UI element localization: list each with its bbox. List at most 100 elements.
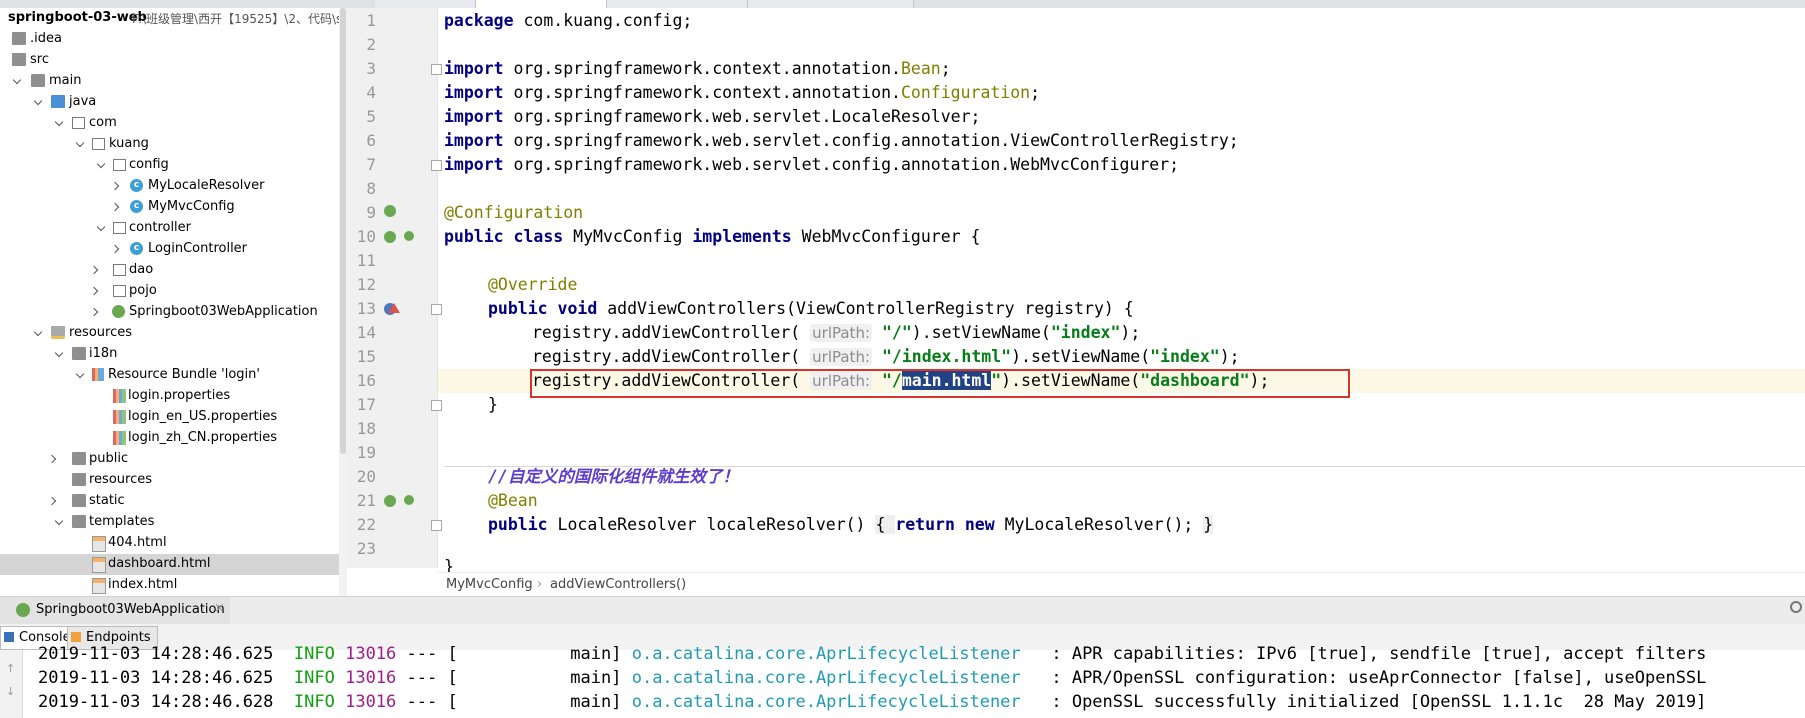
code-line-15[interactable]: registry.addViewController( urlPath: "/i… — [532, 345, 1240, 369]
code-line-10[interactable]: public class MyMvcConfig implements WebM… — [444, 225, 980, 249]
breadcrumb-method[interactable]: addViewControllers() — [550, 577, 686, 592]
scroll-down-icon[interactable]: ↓ — [6, 685, 15, 698]
chevron-down-icon[interactable] — [35, 98, 43, 106]
spring-bean-icon[interactable] — [384, 205, 396, 217]
tree-item-login-properties[interactable]: login.properties — [0, 386, 339, 407]
editor-tab[interactable] — [375, 0, 476, 8]
tree-item-resources-static[interactable]: resources — [0, 470, 339, 491]
tree-item-i18n[interactable]: i18n — [0, 344, 339, 365]
annotation-text: @Configuration — [444, 203, 584, 222]
chevron-down-icon[interactable] — [56, 350, 64, 358]
chevron-down-icon[interactable] — [56, 518, 64, 526]
html-file-icon — [92, 557, 106, 573]
tree-item-resource-bundle[interactable]: Resource Bundle 'login' — [0, 365, 339, 386]
tree-item-mymvcconfig[interactable]: c MyMvcConfig — [0, 197, 339, 218]
tree-item-idea[interactable]: .idea — [0, 29, 339, 50]
tree-item-mylocaleresolver[interactable]: c MyLocaleResolver — [0, 176, 339, 197]
run-config-tab[interactable]: Springboot03WebApplication × — [0, 597, 230, 624]
spring-bean-icon[interactable] — [384, 495, 396, 507]
chevron-right-icon[interactable] — [49, 497, 57, 505]
tree-item-label: kuang — [109, 136, 149, 151]
chevron-down-icon[interactable] — [98, 224, 106, 232]
fold-marker-icon[interactable] — [431, 304, 442, 315]
tree-item-kuang[interactable]: kuang — [0, 134, 339, 155]
code-line-21[interactable]: @Bean — [488, 489, 538, 513]
override-up-arrow-icon[interactable] — [388, 303, 400, 313]
tree-item-label: static — [89, 493, 125, 508]
class-icon: c — [130, 179, 143, 192]
tree-item-main[interactable]: main — [0, 71, 339, 92]
fold-marker-icon[interactable] — [431, 400, 442, 411]
tree-item-index[interactable]: index.html — [0, 575, 339, 596]
tree-item-resources[interactable]: resources — [0, 323, 339, 344]
code-line-4[interactable]: import org.springframework.context.annot… — [444, 81, 1040, 105]
code-line-12[interactable]: @Override — [488, 273, 577, 297]
breadcrumb-class[interactable]: MyMvcConfig — [446, 577, 533, 592]
code-line-5[interactable]: import org.springframework.web.servlet.L… — [444, 105, 980, 129]
editor-tab[interactable] — [748, 0, 914, 8]
fold-marker-icon[interactable] — [431, 520, 442, 531]
code-line-20[interactable]: //自定义的国际化组件就生效了！ — [488, 465, 739, 489]
tree-item-java[interactable]: java — [0, 92, 339, 113]
tree-item-static[interactable]: static — [0, 491, 339, 512]
line-number: 10 — [356, 227, 376, 246]
chevron-down-icon[interactable] — [14, 77, 22, 85]
code-text: WebMvcConfigurer { — [791, 227, 981, 246]
keyword: package — [444, 11, 514, 30]
editor-tab[interactable] — [607, 0, 748, 8]
code-line-1[interactable]: package com.kuang.config; — [444, 9, 692, 33]
tree-item-label: i18n — [89, 346, 118, 361]
close-icon[interactable]: × — [214, 601, 225, 616]
chevron-right-icon[interactable] — [91, 266, 99, 274]
chevron-right-icon[interactable] — [112, 245, 120, 253]
spring-mapping-icon[interactable] — [404, 231, 414, 241]
chevron-right-icon[interactable] — [112, 203, 120, 211]
tree-item-dashboard[interactable]: dashboard.html — [0, 554, 339, 575]
tree-item-label: MyMvcConfig — [148, 199, 235, 214]
scroll-up-icon[interactable]: ↑ — [6, 662, 15, 675]
gear-icon[interactable] — [1790, 601, 1802, 613]
fold-marker-icon[interactable] — [431, 64, 442, 75]
chevron-right-icon[interactable] — [49, 455, 57, 463]
tree-root[interactable]: springboot-03-web F:\班级管理\西开【19525】\2、代码… — [0, 8, 339, 29]
spring-bean-icon[interactable] — [404, 495, 414, 505]
annotation-text: @Bean — [488, 491, 538, 510]
tree-item-templates[interactable]: templates — [0, 512, 339, 533]
tree-item-controller[interactable]: controller — [0, 218, 339, 239]
chevron-right-icon[interactable] — [91, 308, 99, 316]
tree-item-404[interactable]: 404.html — [0, 533, 339, 554]
fold-marker-icon[interactable] — [431, 160, 442, 171]
folder-icon — [72, 473, 86, 486]
code-line-22[interactable]: public LocaleResolver localeResolver() {… — [488, 513, 1214, 537]
code-text: org.springframework.context.annotation. — [503, 83, 901, 102]
tree-item-com[interactable]: com — [0, 113, 339, 134]
chevron-down-icon[interactable] — [98, 161, 106, 169]
tree-item-pojo[interactable]: pojo — [0, 281, 339, 302]
code-line-3[interactable]: import org.springframework.context.annot… — [444, 57, 951, 81]
spring-bean-icon[interactable] — [384, 231, 396, 243]
tree-scrollbar-thumb[interactable] — [340, 8, 346, 454]
code-line-14[interactable]: registry.addViewController( urlPath: "/"… — [532, 321, 1140, 345]
code-line-17[interactable]: } — [488, 393, 498, 417]
tree-item-logincontroller[interactable]: c LoginController — [0, 239, 339, 260]
chevron-down-icon[interactable] — [77, 140, 85, 148]
tree-item-public[interactable]: public — [0, 449, 339, 470]
tree-item-login-zh-cn[interactable]: login_zh_CN.properties — [0, 428, 339, 449]
chevron-right-icon[interactable] — [112, 182, 120, 190]
chevron-down-icon[interactable] — [56, 119, 64, 127]
log-level: INFO — [293, 692, 335, 712]
tree-item-application[interactable]: Springboot03WebApplication — [0, 302, 339, 323]
chevron-down-icon[interactable] — [77, 371, 85, 379]
tree-item-login-en-us[interactable]: login_en_US.properties — [0, 407, 339, 428]
chevron-right-icon[interactable] — [91, 287, 99, 295]
editor-tab-active[interactable] — [476, 0, 607, 8]
tree-item-src[interactable]: src — [0, 50, 339, 71]
tree-item-config[interactable]: config — [0, 155, 339, 176]
code-line-7[interactable]: import org.springframework.web.servlet.c… — [444, 153, 1179, 177]
code-line-6[interactable]: import org.springframework.web.servlet.c… — [444, 129, 1239, 153]
chevron-down-icon[interactable] — [35, 329, 43, 337]
tree-item-dao[interactable]: dao — [0, 260, 339, 281]
code-line-9[interactable]: @Configuration — [444, 201, 583, 225]
folder-icon — [31, 74, 45, 87]
code-line-13[interactable]: public void addViewControllers(ViewContr… — [488, 297, 1134, 321]
